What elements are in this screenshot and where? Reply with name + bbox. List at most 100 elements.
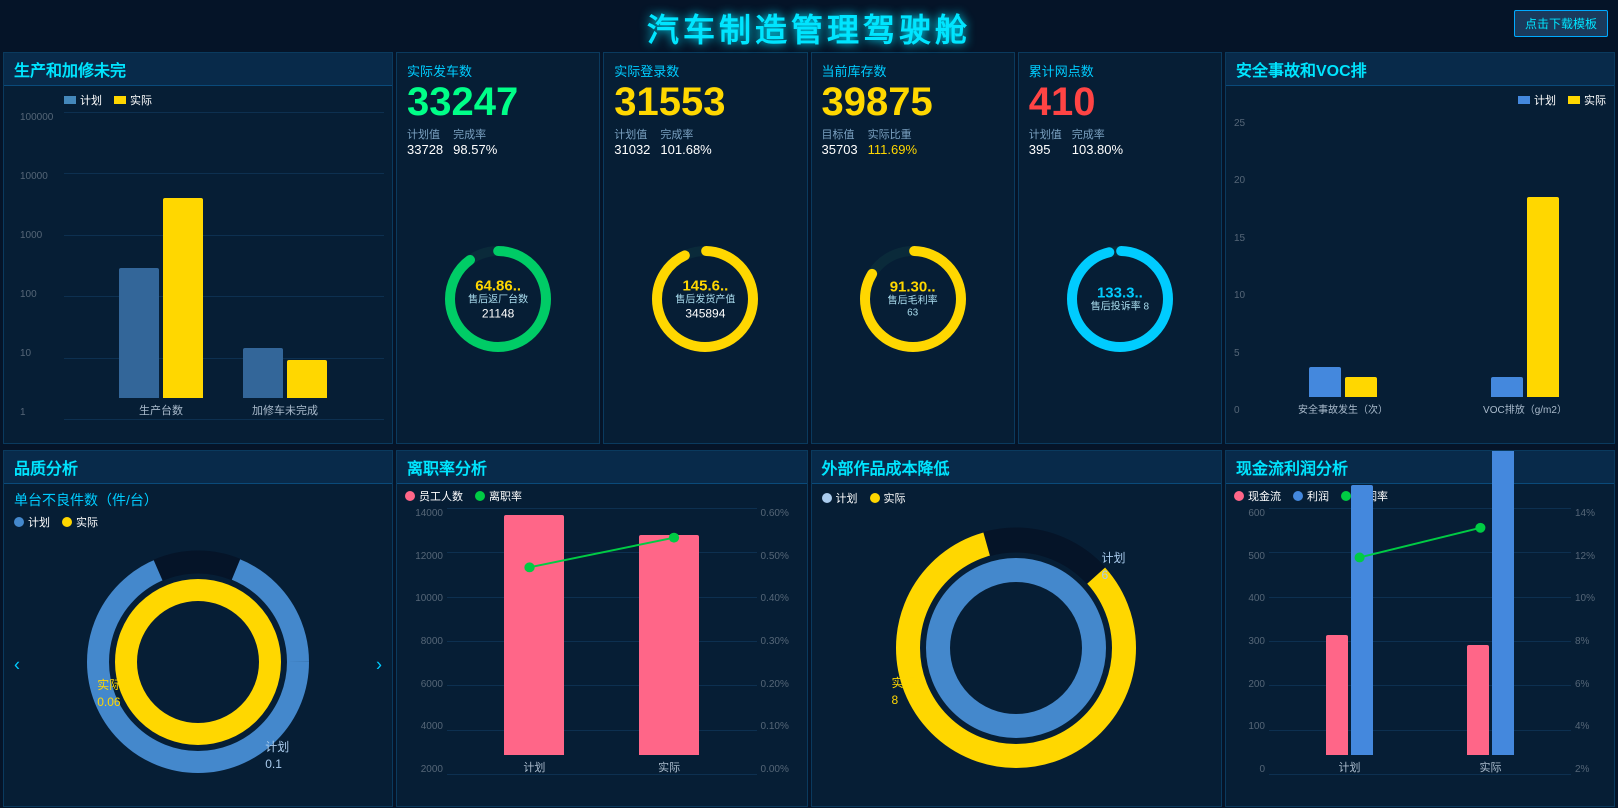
dispatch-sub: 计划值33728 完成率98.57% [407, 126, 589, 157]
cost-plan-label: 计划 [836, 490, 858, 506]
actual-legend: 实际 [114, 92, 152, 108]
dispatch-gauge-num: 21148 [468, 307, 528, 321]
rate-label: 离职率 [489, 488, 522, 504]
y-axis: 100000 10000 1000 100 10 1 [20, 112, 53, 418]
kpi-stock: 当前库存数 39875 目标值35703 实际比重111.69% 91.30..… [811, 52, 1015, 444]
stock-gauge: 91.30.. 售后毛利率 63 [822, 161, 1004, 437]
quality-plan-legend: 计划 [14, 514, 50, 530]
safety-title: 安全事故和VOC排 [1226, 53, 1614, 86]
kpi-section: 实际发车数 33247 计划值33728 完成率98.57% 64.86.. [396, 52, 1222, 444]
safety-plan-legend: 计划 [1518, 92, 1556, 108]
production-bar-group: 生产台数 [119, 198, 203, 418]
plan-label: 计划 [80, 92, 102, 108]
production-plan-bar [119, 268, 159, 398]
production-legend: 计划 实际 [64, 92, 384, 108]
voc-plan-bar [1491, 377, 1523, 397]
kpi-network: 累计网点数 410 计划值395 完成率103.80% 133.3.. 售后投诉… [1018, 52, 1222, 444]
cashflow-title: 现金流利润分析 [1226, 451, 1614, 484]
page-title: 汽车制造管理驾驶舱 [647, 0, 971, 55]
employees-legend: 员工人数 [405, 488, 463, 504]
donut-next-button[interactable]: › [376, 654, 382, 675]
safety-plan-bar [1309, 367, 1341, 397]
actual-label: 实际 [130, 92, 152, 108]
safety-actual-label: 实际 [1584, 92, 1606, 108]
voc-bar-label: VOC排放（g/m2） [1483, 401, 1567, 416]
repair-actual-bar [287, 360, 327, 398]
cost-donut: 计划6 实际8 [886, 518, 1146, 783]
quality-plan-callout: 计划 0.1 [265, 739, 289, 773]
login-gauge-num: 345894 [675, 307, 735, 321]
quality-plan-label: 计划 [28, 514, 50, 530]
stock-gauge-val: 91.30.. [883, 279, 943, 296]
safety-legend: 计划 实际 [1234, 92, 1606, 108]
login-label: 实际登录数 [614, 61, 796, 80]
production-bar-label: 生产台数 [139, 402, 183, 418]
cost-plan-callout: 计划6 [1101, 550, 1125, 584]
stock-label: 当前库存数 [822, 61, 1004, 80]
dispatch-value: 33247 [407, 82, 589, 122]
quality-actual-callout: 实际 0.06 [97, 677, 121, 711]
donut-prev-button[interactable]: ‹ [14, 654, 20, 675]
safety-plan-label: 计划 [1534, 92, 1556, 108]
profit-rate-line [1269, 508, 1571, 775]
login-sub: 计划值31032 完成率101.68% [614, 126, 796, 157]
turnover-rate-line [447, 508, 757, 775]
production-chart: 计划 实际 100000 10000 1000 100 10 1 [4, 86, 392, 440]
rate-legend: 离职率 [475, 488, 522, 504]
login-gauge-name: 售后发货产值 [675, 295, 735, 307]
dispatch-gauge: 64.86.. 售后返厂台数 21148 [407, 161, 589, 437]
dispatch-label: 实际发车数 [407, 61, 589, 80]
repair-bar-label: 加修车未完成 [252, 402, 318, 418]
dispatch-gauge-name: 售后返厂台数 [468, 295, 528, 307]
profit-legend-item: 利润 [1293, 488, 1329, 504]
dispatch-gauge-val: 64.86.. [468, 278, 528, 295]
cost-legend: 计划 实际 [822, 490, 1212, 506]
safety-bar-label: 安全事故发生（次） [1298, 401, 1388, 416]
cashflow-label: 现金流 [1248, 488, 1281, 504]
network-gauge: 133.3.. 售后投诉率 8 [1029, 161, 1211, 437]
safety-actual-bar [1345, 377, 1377, 397]
login-gauge-val: 145.6.. [675, 278, 735, 295]
cost-panel: 外部作品成本降低 计划 实际 [811, 450, 1223, 807]
quality-donut: 实际 0.06 计划 0.1 [78, 542, 318, 787]
turnover-legend: 员工人数 离职率 [405, 488, 799, 504]
quality-actual-label: 实际 [76, 514, 98, 530]
employees-label: 员工人数 [419, 488, 463, 504]
login-value: 31553 [614, 82, 796, 122]
login-gauge: 145.6.. 售后发货产值 345894 [614, 161, 796, 437]
production-title: 生产和加修未完 [4, 53, 392, 86]
cashflow-legend: 现金流 利润 利润率 [1234, 488, 1606, 504]
cashflow-legend-item: 现金流 [1234, 488, 1281, 504]
safety-actual-legend: 实际 [1568, 92, 1606, 108]
cost-title: 外部作品成本降低 [812, 451, 1222, 484]
network-label: 累计网点数 [1029, 61, 1211, 80]
network-gauge-name: 售后投诉率 8 [1091, 302, 1149, 314]
quality-panel: 品质分析 单台不良件数（件/台） 计划 实际 ‹ › [3, 450, 393, 807]
repair-bar-group: 加修车未完成 [243, 348, 327, 418]
quality-subtitle: 单台不良件数（件/台） [14, 490, 382, 510]
turnover-title: 离职率分析 [397, 451, 807, 484]
network-sub: 计划值395 完成率103.80% [1029, 126, 1211, 157]
cashflow-panel: 现金流利润分析 现金流 利润 利润率 [1225, 450, 1615, 807]
cost-actual-label: 实际 [884, 490, 906, 506]
cost-plan-legend: 计划 [822, 490, 858, 506]
production-panel: 生产和加修未完 计划 实际 100000 10000 1000 [3, 52, 393, 444]
safety-panel: 安全事故和VOC排 计划 实际 2520151050 [1225, 52, 1615, 444]
cost-actual-legend: 实际 [870, 490, 906, 506]
voc-actual-bar [1527, 197, 1559, 397]
quality-title: 品质分析 [4, 451, 392, 484]
turnover-panel: 离职率分析 员工人数 离职率 1400012000100008000600040… [396, 450, 808, 807]
kpi-dispatch: 实际发车数 33247 计划值33728 完成率98.57% 64.86.. [396, 52, 600, 444]
kpi-login: 实际登录数 31553 计划值31032 完成率101.68% 145.6.. … [603, 52, 807, 444]
quality-actual-legend: 实际 [62, 514, 98, 530]
stock-value: 39875 [822, 82, 1004, 122]
network-gauge-val: 133.3.. [1091, 285, 1149, 302]
stock-gauge-name: 售后毛利率 63 [883, 296, 943, 320]
cost-actual-callout: 实际8 [891, 675, 915, 709]
download-button[interactable]: 点击下载模板 [1514, 10, 1608, 37]
network-value: 410 [1029, 82, 1211, 122]
plan-legend: 计划 [64, 92, 102, 108]
production-actual-bar [163, 198, 203, 398]
stock-sub: 目标值35703 实际比重111.69% [822, 126, 1004, 157]
repair-plan-bar [243, 348, 283, 398]
